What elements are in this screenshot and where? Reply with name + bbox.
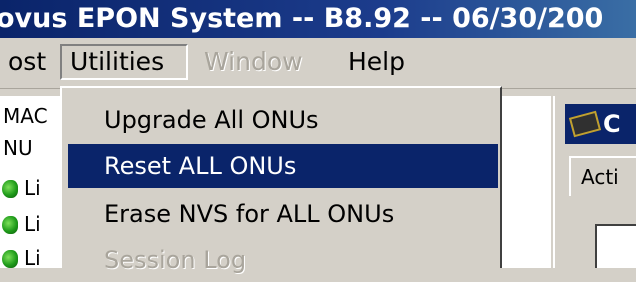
detail-field[interactable] — [595, 224, 636, 268]
onu-status-icon — [2, 250, 18, 268]
tab-active[interactable]: Acti — [569, 156, 636, 196]
column-header-onu: NU — [3, 136, 33, 160]
column-header-mac: MAC — [3, 104, 48, 128]
detail-pane: C Acti — [553, 96, 636, 268]
menu-utilities[interactable]: Utilities — [60, 44, 188, 80]
utilities-dropdown-menu: Upgrade All ONUs Reset ALL ONUs Erase NV… — [60, 86, 502, 274]
detail-window-title: C — [603, 110, 621, 138]
chip-icon — [568, 110, 602, 138]
menu-item-reset-all-onus[interactable]: Reset ALL ONUs — [68, 144, 498, 188]
onu-tree-pane: MAC NU Li Li Li — [0, 96, 63, 270]
menu-help[interactable]: Help — [340, 44, 413, 80]
menu-window[interactable]: Window — [196, 44, 311, 80]
menu-host[interactable]: ost — [0, 44, 54, 80]
tree-row-label: Li — [24, 176, 41, 200]
tree-row-label: Li — [24, 246, 41, 270]
content-area — [498, 96, 551, 268]
window-title: ovus EPON System -- B8.92 -- 06/30/200 — [0, 0, 636, 38]
onu-status-icon — [2, 180, 18, 198]
onu-status-icon — [2, 216, 18, 234]
tree-row-label: Li — [24, 212, 41, 236]
menu-item-erase-nvs-all-onus[interactable]: Erase NVS for ALL ONUs — [68, 192, 498, 236]
detail-window-header: C — [565, 104, 636, 144]
menu-item-upgrade-all-onus[interactable]: Upgrade All ONUs — [68, 98, 498, 142]
menu-bar: ost Utilities Window Help — [0, 38, 636, 89]
menu-item-session-log[interactable]: Session Log — [68, 238, 498, 282]
